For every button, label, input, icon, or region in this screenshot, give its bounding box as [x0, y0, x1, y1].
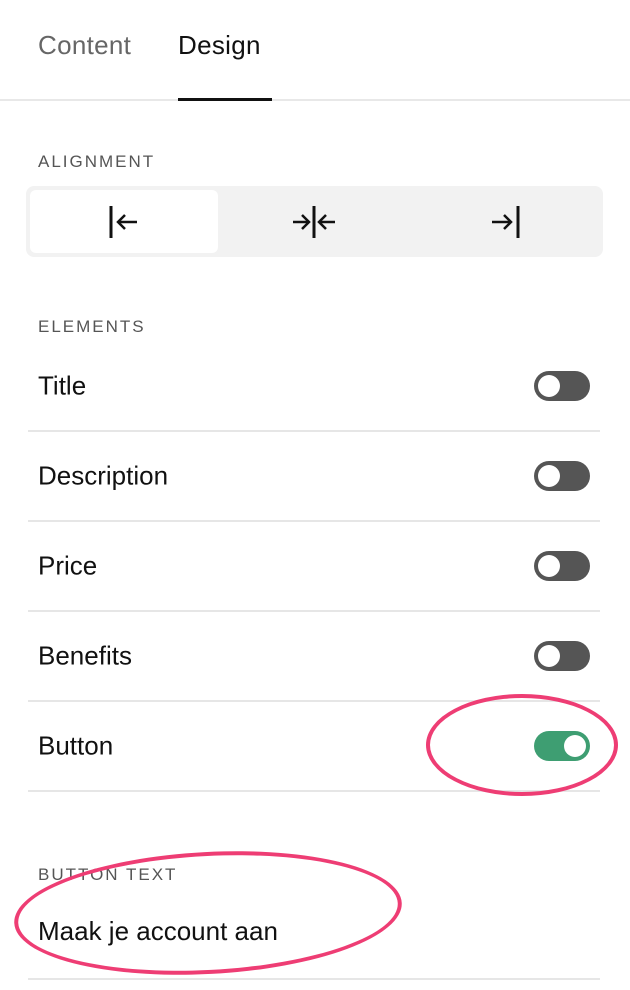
element-row-description: Description [28, 432, 600, 522]
button-text-value: Maak je account aan [38, 916, 278, 946]
alignment-label: ALIGNMENT [38, 152, 156, 171]
element-row-title: Title [28, 342, 600, 432]
align-center-icon [293, 205, 335, 238]
element-label: Price [38, 550, 98, 581]
element-row-button: Button [28, 702, 600, 792]
price-toggle[interactable] [534, 551, 590, 581]
align-right-icon [492, 205, 520, 238]
alignment-segmented-control [26, 186, 603, 257]
benefits-toggle[interactable] [534, 641, 590, 671]
element-label: Benefits [38, 640, 132, 671]
toggle-knob [538, 555, 560, 577]
description-toggle[interactable] [534, 461, 590, 491]
toggle-knob [538, 375, 560, 397]
toggle-knob [538, 645, 560, 667]
toggle-knob [564, 735, 586, 757]
align-center-button[interactable] [220, 190, 408, 253]
button-text-label: BUTTON TEXT [38, 865, 178, 884]
align-left-icon [109, 205, 137, 238]
element-label: Button [38, 730, 114, 761]
button-toggle[interactable] [534, 731, 590, 761]
panel-tabs: Content Design [0, 0, 630, 101]
active-tab-indicator [178, 98, 272, 101]
element-label: Description [38, 460, 169, 491]
align-left-button[interactable] [30, 190, 218, 253]
toggle-knob [538, 465, 560, 487]
tab-content[interactable]: Content [38, 30, 131, 61]
align-right-button[interactable] [411, 190, 599, 253]
element-label: Title [38, 370, 87, 401]
title-toggle[interactable] [534, 371, 590, 401]
element-row-benefits: Benefits [28, 612, 600, 702]
element-row-price: Price [28, 522, 600, 612]
tab-design[interactable]: Design [178, 30, 261, 61]
button-text-field[interactable]: Maak je account aan [28, 892, 600, 980]
elements-label: ELEMENTS [38, 317, 146, 336]
